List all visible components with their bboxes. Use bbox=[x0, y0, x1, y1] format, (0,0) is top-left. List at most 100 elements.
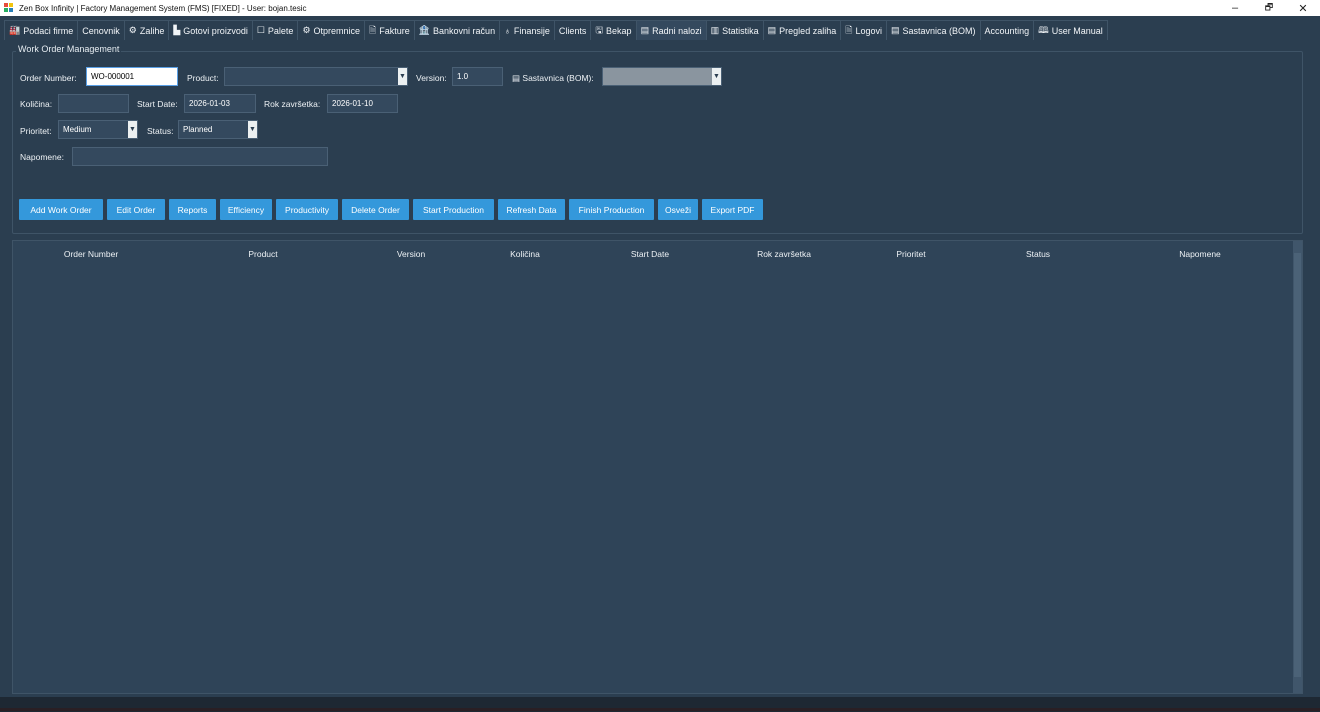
tab-icon: ⚙ bbox=[128, 25, 137, 35]
tab-label: Radni nalozi bbox=[652, 25, 702, 36]
napomene-label: Napomene: bbox=[20, 152, 64, 162]
delete-order-button[interactable]: Delete Order bbox=[342, 199, 409, 220]
tab-icon: ⚙ bbox=[302, 25, 311, 35]
window-title-bar: Zen Box Infinity | Factory Management Sy… bbox=[0, 0, 1320, 16]
tab-icon: 🗎 bbox=[369, 24, 377, 35]
start-date-input[interactable]: 2026-01-03 bbox=[184, 94, 256, 113]
rok-zavrsetka-input[interactable]: 2026-01-10 bbox=[327, 94, 398, 113]
version-input[interactable]: 1.0 bbox=[452, 67, 503, 86]
bom-label: Sastavnica (BOM): bbox=[522, 73, 594, 83]
prioritet-select[interactable]: Medium ▼ bbox=[58, 120, 138, 139]
tab-cenovnik[interactable]: Cenovnik bbox=[77, 20, 125, 40]
order-number-label: Order Number: bbox=[20, 73, 77, 83]
kolicina-input[interactable] bbox=[58, 94, 129, 113]
tab-gotovi-proizvodi[interactable]: ▙ Gotovi proizvodi bbox=[168, 20, 253, 40]
tab-accounting[interactable]: Accounting bbox=[979, 20, 1035, 40]
tab-label: Bankovni račun bbox=[433, 25, 496, 36]
column-header-status[interactable]: Status bbox=[1026, 249, 1050, 259]
osvezi-button[interactable]: Osveži bbox=[658, 199, 698, 220]
tab-zalihe[interactable]: ⚙ Zalihe bbox=[123, 20, 170, 40]
tab-icon: ♁ bbox=[504, 25, 511, 36]
edit-order-button[interactable]: Edit Order bbox=[107, 199, 165, 220]
tab-clients[interactable]: Clients bbox=[553, 20, 592, 40]
tab-icon: ▙ bbox=[173, 25, 181, 35]
main-tab-bar: 🏭 Podaci firme Cenovnik ⚙ Zalihe ▙ Gotovi proi… bbox=[4, 20, 1108, 40]
chevron-down-icon: ▼ bbox=[248, 121, 257, 138]
start-production-button[interactable]: Start Production bbox=[413, 199, 494, 220]
efficiency-button[interactable]: Efficiency bbox=[220, 199, 272, 220]
status-label: Status: bbox=[147, 126, 174, 136]
column-header-napomene[interactable]: Napomene bbox=[1179, 249, 1221, 259]
tab-icon: 🏭 bbox=[9, 25, 21, 35]
version-label: Version: bbox=[416, 73, 447, 83]
napomene-input[interactable] bbox=[72, 147, 328, 166]
table-vertical-scrollbar[interactable] bbox=[1293, 241, 1302, 693]
column-header-kolicina[interactable]: Količina bbox=[510, 249, 540, 259]
column-header-order-number[interactable]: Order Number bbox=[64, 249, 118, 259]
tab-finansije[interactable]: ♁ Finansije bbox=[499, 20, 555, 40]
product-label: Product: bbox=[187, 73, 219, 83]
tab-label: Cenovnik bbox=[82, 25, 120, 36]
tab-label: Pregled zaliha bbox=[779, 25, 837, 36]
tab-palete[interactable]: ☐ Palete bbox=[251, 20, 299, 40]
kolicina-label: Količina: bbox=[20, 99, 53, 109]
column-header-start-date[interactable]: Start Date bbox=[631, 249, 669, 259]
product-select[interactable]: ▼ bbox=[224, 67, 408, 86]
tab-user-manual[interactable]: 🕮 User Manual bbox=[1033, 20, 1108, 40]
tab-label: Accounting bbox=[984, 25, 1030, 36]
finish-production-button[interactable]: Finish Production bbox=[569, 199, 654, 220]
export-pdf-button[interactable]: Export PDF bbox=[702, 199, 763, 220]
tab-label: Otpremnice bbox=[313, 25, 361, 36]
tab-bekap[interactable]: 🖫 Bekap bbox=[590, 20, 637, 40]
work-orders-table[interactable]: Order Number Product Version Količina St… bbox=[12, 240, 1303, 694]
close-button[interactable]: ✕ bbox=[1286, 0, 1320, 16]
prioritet-select-value: Medium bbox=[63, 125, 92, 134]
app-logo-icon bbox=[4, 3, 14, 13]
refresh-data-button[interactable]: Refresh Data bbox=[498, 199, 565, 220]
rok-zavrsetka-label: Rok završetka: bbox=[264, 99, 321, 109]
reports-button[interactable]: Reports bbox=[169, 199, 216, 220]
tab-label: Logovi bbox=[855, 25, 882, 36]
tab-logovi[interactable]: 🗎 Logovi bbox=[840, 20, 887, 40]
bom-label-wrap: ▤ Sastavnica (BOM): bbox=[512, 73, 594, 84]
scrollbar-thumb[interactable] bbox=[1294, 253, 1301, 677]
tab-label: Bekap bbox=[606, 25, 632, 36]
column-header-version[interactable]: Version bbox=[397, 249, 425, 259]
tab-icon: ▤ bbox=[640, 25, 650, 35]
tab-icon: 🖫 bbox=[595, 24, 604, 35]
tab-podaci-firme[interactable]: 🏭 Podaci firme bbox=[4, 20, 79, 40]
start-date-label: Start Date: bbox=[137, 99, 178, 109]
tab-otpremnice[interactable]: ⚙ Otpremnice bbox=[297, 20, 366, 40]
window-title: Zen Box Infinity | Factory Management Sy… bbox=[19, 3, 307, 13]
minimize-button[interactable]: – bbox=[1218, 0, 1252, 16]
tab-label: Clients bbox=[558, 25, 587, 36]
status-select[interactable]: Planned ▼ bbox=[178, 120, 258, 139]
productivity-button[interactable]: Productivity bbox=[276, 199, 338, 220]
tab-label: Zalihe bbox=[139, 25, 165, 36]
tab-icon: ☐ bbox=[256, 25, 265, 35]
restore-button[interactable]: 🗗 bbox=[1252, 0, 1286, 16]
column-header-product[interactable]: Product bbox=[248, 249, 277, 259]
tab-pregled-zaliha[interactable]: ▤ Pregled zaliha bbox=[762, 20, 842, 40]
bom-icon: ▤ bbox=[512, 73, 521, 83]
tab-sastavnica-bom[interactable]: ▤ Sastavnica (BOM) bbox=[886, 20, 981, 40]
tab-statistika[interactable]: ▥ Statistika bbox=[705, 20, 764, 40]
group-title: Work Order Management bbox=[16, 44, 122, 54]
chevron-down-icon: ▼ bbox=[712, 68, 721, 85]
tab-bankovni-ra-un[interactable]: 🏦 Bankovni račun bbox=[413, 20, 501, 40]
tab-label: User Manual bbox=[1051, 25, 1103, 36]
order-number-input[interactable]: WO-000001 bbox=[86, 67, 178, 86]
tab-icon: 🗎 bbox=[845, 24, 853, 35]
status-select-value: Planned bbox=[183, 125, 213, 134]
column-header-rok-zavrsetka[interactable]: Rok završetka bbox=[757, 249, 811, 259]
tab-label: Finansije bbox=[513, 25, 550, 36]
bom-select[interactable]: ▼ bbox=[602, 67, 722, 86]
tab-radni-nalozi[interactable]: ▤ Radni nalozi bbox=[635, 20, 707, 40]
chevron-down-icon: ▼ bbox=[128, 121, 137, 138]
add-work-order-button[interactable]: Add Work Order bbox=[19, 199, 103, 220]
tab-label: Gotovi proizvodi bbox=[183, 25, 248, 36]
tab-fakture[interactable]: 🗎 Fakture bbox=[364, 20, 415, 40]
column-header-prioritet[interactable]: Prioritet bbox=[896, 249, 925, 259]
tab-icon: ▤ bbox=[891, 25, 900, 35]
chevron-down-icon: ▼ bbox=[398, 68, 407, 85]
